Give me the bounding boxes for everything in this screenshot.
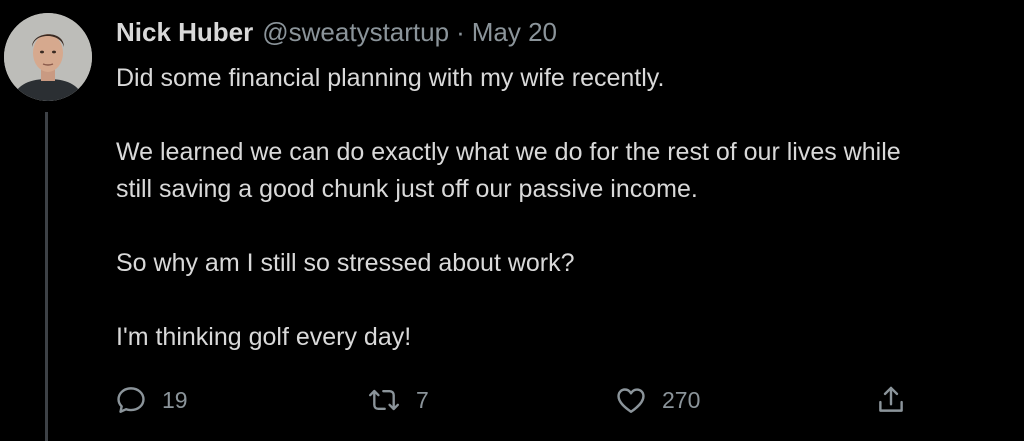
tweet-line: We learned we can do exactly what we do …: [116, 138, 901, 166]
tweet-paragraph: So why am I still so stressed about work…: [116, 249, 575, 277]
tweet-line: still saving a good chunk just off our p…: [116, 175, 698, 203]
profile-photo-icon: [4, 13, 92, 101]
reply-icon: [117, 387, 145, 413]
display-name[interactable]: Nick Huber: [116, 17, 253, 48]
like-count: 270: [662, 386, 701, 413]
share-button[interactable]: [874, 380, 908, 420]
user-handle[interactable]: @sweatystartup: [262, 17, 449, 48]
retweet-icon: [368, 389, 400, 411]
share-icon: [879, 386, 903, 412]
tweet-actions: 19 7 270: [114, 380, 914, 420]
tweet-text: Did some financial planning with my wife…: [116, 60, 1021, 356]
retweet-button[interactable]: 7: [366, 380, 429, 420]
like-button[interactable]: 270: [614, 380, 700, 420]
retweet-count: 7: [416, 386, 429, 413]
tweet-date[interactable]: May 20: [472, 17, 557, 48]
separator-dot: ·: [456, 17, 465, 47]
reply-count: 19: [162, 386, 188, 413]
tweet-header: Nick Huber @sweatystartup · May 20: [116, 17, 557, 51]
tweet-paragraph: Did some financial planning with my wife…: [116, 64, 665, 92]
avatar[interactable]: [4, 13, 92, 101]
reply-button[interactable]: 19: [114, 380, 188, 420]
tweet-paragraph: I'm thinking golf every day!: [116, 323, 412, 351]
tweet-paragraph: We learned we can do exactly what we do …: [116, 134, 1021, 208]
heart-icon: [617, 388, 645, 413]
thread-line: [45, 112, 48, 441]
